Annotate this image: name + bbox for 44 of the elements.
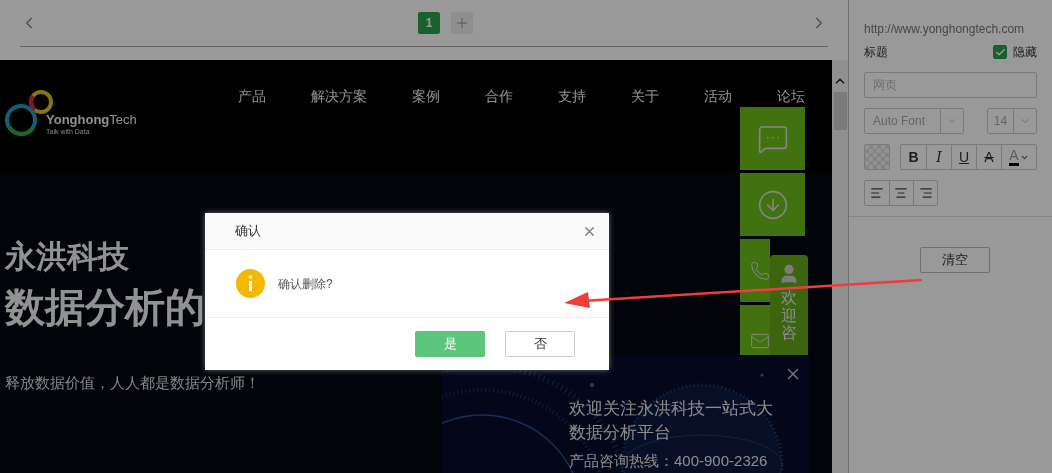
nav-link[interactable]: 产品 bbox=[238, 87, 266, 105]
check-icon bbox=[994, 46, 1006, 58]
nav-link[interactable]: 解决方案 bbox=[311, 87, 367, 105]
cancel-button[interactable]: 否 bbox=[505, 331, 575, 357]
mail-tile[interactable] bbox=[740, 305, 770, 355]
plus-icon bbox=[454, 15, 470, 31]
dialog-message: 确认删除? bbox=[278, 275, 333, 293]
hero-slogan: 释放数据价值，人人都是数据分析师！ bbox=[5, 374, 260, 392]
popup-headline: 欢迎关注永洪科技一站式大数据分析平台 bbox=[569, 398, 774, 444]
scroll-thumb[interactable] bbox=[833, 92, 847, 130]
hero-title: 永洪科技 bbox=[5, 238, 129, 276]
dialog-title: 确认 bbox=[235, 222, 261, 241]
nav-link[interactable]: 活动 bbox=[704, 87, 732, 105]
fill-color-swatch[interactable] bbox=[864, 144, 890, 170]
italic-button[interactable]: I bbox=[926, 145, 951, 169]
align-center-icon bbox=[894, 186, 909, 200]
url-text: http://www.yonghongtech.com bbox=[864, 21, 1026, 37]
underline-button[interactable]: U bbox=[951, 145, 976, 169]
hotline-text: 产品咨询热线：400-900-2326 bbox=[569, 451, 768, 471]
clear-button[interactable]: 清空 bbox=[920, 247, 990, 273]
align-left-icon bbox=[869, 186, 884, 200]
nav-link[interactable]: 关于 bbox=[631, 87, 659, 105]
download-tile[interactable] bbox=[740, 173, 805, 236]
phone-icon bbox=[750, 260, 770, 281]
phone-tile[interactable] bbox=[740, 239, 770, 302]
nav-link[interactable]: 案例 bbox=[412, 87, 440, 105]
download-icon bbox=[756, 188, 789, 221]
scrollbar[interactable] bbox=[832, 60, 848, 473]
align-right-icon bbox=[918, 186, 933, 200]
hide-checkbox[interactable] bbox=[993, 45, 1007, 59]
consult-label: 欢迎咨 bbox=[781, 289, 797, 342]
add-page-button[interactable] bbox=[451, 12, 473, 34]
nav-link[interactable]: 论坛 bbox=[777, 87, 805, 105]
bold-button[interactable]: B bbox=[901, 145, 926, 169]
chat-tile[interactable] bbox=[740, 107, 805, 170]
title-label: 标题 bbox=[864, 44, 888, 61]
hide-label: 隐藏 bbox=[1013, 44, 1037, 61]
brand-name: YonghongTech bbox=[46, 112, 137, 127]
nav-link[interactable]: 合作 bbox=[485, 87, 513, 105]
hero-subtitle: 数据分析的 bbox=[5, 284, 205, 330]
nav-link[interactable]: 支持 bbox=[558, 87, 586, 105]
mail-icon bbox=[750, 331, 770, 351]
info-icon bbox=[236, 269, 265, 298]
strike-button[interactable]: A bbox=[976, 145, 1001, 169]
